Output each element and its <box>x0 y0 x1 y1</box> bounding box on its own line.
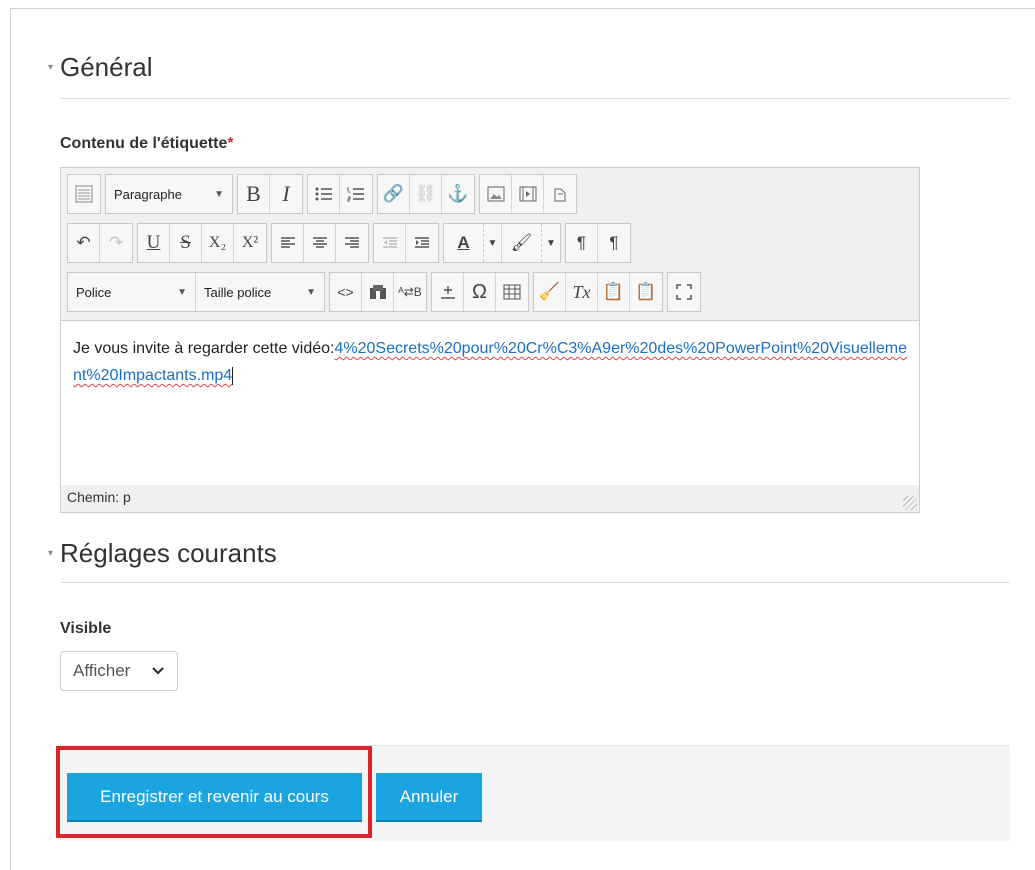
font-select-value: Police <box>76 284 112 300</box>
outdent-icon[interactable] <box>374 224 406 262</box>
superscript-glyph: X² <box>241 234 259 251</box>
toolbar-row-1: Paragraphe ▼ B I 🔗 ⛓ ⚓ <box>67 174 577 214</box>
link-icon[interactable]: 🔗 <box>378 175 410 213</box>
format-select-value: Paragraphe <box>114 186 182 202</box>
italic-button[interactable]: I <box>270 175 302 213</box>
toolbar-row-2: ↶ ↷ U S X₂ X² A ▼ 🖌 ▼ ¶ ¶ <box>67 223 631 263</box>
underline-glyph: U <box>146 232 161 253</box>
indent-icon[interactable] <box>406 224 438 262</box>
font-size-select-value: Taille police <box>204 284 272 300</box>
table-icon[interactable] <box>496 273 528 311</box>
section-general-header[interactable]: ▾ Général <box>48 52 153 83</box>
editor-toolbar: Paragraphe ▼ B I 🔗 ⛓ ⚓ ↶ ↷ U S X₂ X² A ▼… <box>61 168 919 320</box>
strike-glyph: S <box>180 232 191 253</box>
content-label-text: Contenu de l'étiquette <box>60 135 228 152</box>
italic-glyph: I <box>282 181 290 206</box>
image-icon[interactable] <box>480 175 512 213</box>
text-color-icon[interactable]: A <box>444 224 484 262</box>
unlink-icon[interactable]: ⛓ <box>410 175 442 213</box>
align-left-icon[interactable] <box>272 224 304 262</box>
align-center-icon[interactable] <box>304 224 336 262</box>
paste-word-icon[interactable]: 📋 <box>630 273 662 311</box>
media-icon[interactable] <box>512 175 544 213</box>
chevron-down-icon: ▼ <box>177 286 187 298</box>
align-right-icon[interactable] <box>336 224 368 262</box>
omega-glyph: Ω <box>472 280 487 303</box>
font-select[interactable]: Police ▼ <box>68 273 196 311</box>
chevron-down-icon: ▼ <box>306 286 316 298</box>
undo-icon[interactable]: ↶ <box>68 224 100 262</box>
text-caret <box>232 366 234 385</box>
subscript-button[interactable]: X₂ <box>202 224 234 262</box>
required-mark: * <box>227 135 234 152</box>
rtl-icon[interactable]: ¶ <box>598 224 630 262</box>
bold-button[interactable]: B <box>238 175 270 213</box>
editor-status-bar: Chemin: p <box>61 485 919 512</box>
insert-equation-icon[interactable] <box>432 273 464 311</box>
paste-text-icon[interactable]: 📋 <box>598 273 630 311</box>
toolbar-row-3: Police ▼ Taille police ▼ <> ᴬ⇄B Ω 🧹 Tx 📋 📋 <box>67 272 701 312</box>
fullscreen-icon[interactable] <box>668 273 700 311</box>
section-common-title: Réglages courants <box>60 538 277 568</box>
subscript-glyph: X₂ <box>208 234 227 251</box>
background-color-dropdown-icon[interactable]: ▼ <box>542 224 560 262</box>
chevron-down-icon: ▼ <box>214 188 224 200</box>
ltr-icon[interactable]: ¶ <box>566 224 598 262</box>
divider <box>60 98 1010 99</box>
visible-label: Visible <box>60 620 112 637</box>
manage-files-icon[interactable] <box>544 175 576 213</box>
search-replace-icon[interactable] <box>362 273 394 311</box>
rich-text-editor: Paragraphe ▼ B I 🔗 ⛓ ⚓ ↶ ↷ U S X₂ X² A ▼… <box>60 167 920 513</box>
background-color-icon[interactable]: 🖌 <box>502 224 542 262</box>
font-size-select[interactable]: Taille police ▼ <box>196 273 324 311</box>
underline-button[interactable]: U <box>138 224 170 262</box>
anchor-icon[interactable]: ⚓ <box>442 175 474 213</box>
chevron-down-icon <box>151 661 165 681</box>
text-color-dropdown-icon[interactable]: ▼ <box>484 224 502 262</box>
special-characters-button[interactable]: Ω <box>464 273 496 311</box>
editor-content-area[interactable]: Je vous invite à regarder cette vidéo:4%… <box>61 320 919 485</box>
bullet-list-button[interactable] <box>308 175 340 213</box>
annotation-highlight-box <box>56 746 372 838</box>
bold-glyph: B <box>246 181 261 206</box>
toolbar-toggle-icon[interactable] <box>68 175 100 213</box>
content-label: Contenu de l'étiquette* <box>60 135 234 153</box>
divider <box>60 582 1010 583</box>
collapse-icon[interactable]: ▾ <box>48 62 60 73</box>
clear-formatting-icon[interactable]: 🧹 <box>534 273 566 311</box>
redo-icon[interactable]: ↷ <box>100 224 132 262</box>
visible-select[interactable]: Afficher <box>60 651 178 691</box>
content-text: Je vous invite à regarder cette vidéo: <box>73 340 335 357</box>
cancel-button[interactable]: Annuler <box>376 773 482 820</box>
element-path: Chemin: p <box>67 489 131 505</box>
collapse-icon[interactable]: ▾ <box>48 548 60 559</box>
code-icon[interactable]: <> <box>330 273 362 311</box>
case-change-icon[interactable]: ᴬ⇄B <box>394 273 426 311</box>
remove-format-icon[interactable]: Tx <box>566 273 598 311</box>
resize-handle-icon[interactable] <box>903 496 917 510</box>
section-general-title: Général <box>60 52 153 82</box>
section-common-header[interactable]: ▾ Réglages courants <box>48 538 277 569</box>
visible-select-value: Afficher <box>73 661 131 680</box>
numbered-list-button[interactable] <box>340 175 372 213</box>
format-select[interactable]: Paragraphe ▼ <box>106 175 232 213</box>
strikethrough-button[interactable]: S <box>170 224 202 262</box>
superscript-button[interactable]: X² <box>234 224 266 262</box>
